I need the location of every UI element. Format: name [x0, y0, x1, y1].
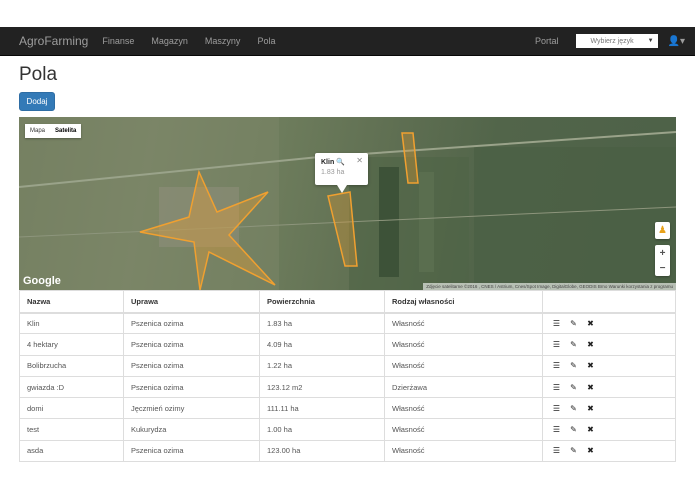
language-select-label: Wybierz język — [590, 37, 634, 45]
list-icon[interactable]: ☰ — [550, 319, 563, 328]
page-title: Pola — [19, 64, 58, 85]
cell-rodzaj: Własność — [384, 311, 543, 334]
cell-nazwa: asda — [19, 439, 124, 462]
cell-actions: ☰ ✎ ✖ — [542, 439, 676, 462]
cell-nazwa: gwiazda :D — [19, 375, 124, 398]
delete-icon[interactable]: ✖ — [584, 319, 597, 328]
nav-finanse[interactable]: Finanse — [102, 36, 134, 46]
list-icon[interactable]: ☰ — [550, 404, 563, 413]
cell-powierzchnia: 123.00 ha — [259, 439, 385, 462]
pegman-icon[interactable]: ♟ — [655, 222, 670, 239]
delete-icon[interactable]: ✖ — [584, 340, 597, 349]
edit-icon[interactable]: ✎ — [567, 425, 580, 434]
nav-maszyny[interactable]: Maszyny — [205, 36, 241, 46]
cell-powierzchnia: 1.22 ha — [259, 354, 385, 377]
cell-uprawa: Kukurydza — [123, 418, 260, 441]
delete-icon[interactable]: ✖ — [584, 404, 597, 413]
cell-rodzaj: Własność — [384, 333, 543, 356]
cell-uprawa: Pszenica ozima — [123, 333, 260, 356]
edit-icon[interactable]: ✎ — [567, 361, 580, 370]
table-row: 4 hektary Pszenica ozima 4.09 ha Własność ☰ ✎… — [19, 333, 676, 356]
cell-nazwa: Klin — [19, 311, 124, 334]
table-row: Bolibrzucha Pszenica ozima 1.22 ha Własność… — [19, 354, 676, 377]
cell-rodzaj: Własność — [384, 354, 543, 377]
cell-actions: ☰ ✎ ✖ — [542, 397, 676, 419]
cell-powierzchnia: 1.00 ha — [259, 418, 385, 441]
map-type-control: Mapa Satelita — [25, 124, 82, 138]
map-attribution[interactable]: Zdjęcie satelitarne ©2016 , CNES / Astri… — [423, 283, 676, 290]
header-rodzaj: Rodzaj własności — [384, 290, 543, 314]
popup-name: Klin — [321, 159, 335, 166]
header-uprawa: Uprawa — [123, 290, 260, 314]
cell-rodzaj: Własność — [384, 397, 543, 419]
edit-icon[interactable]: ✎ — [567, 340, 580, 349]
popup-area: 1.83 ha — [321, 169, 345, 176]
cell-uprawa: Pszenica ozima — [123, 311, 260, 334]
map[interactable]: Mapa Satelita Klin 🔍 1.83 ha ✕ Google Zd… — [19, 117, 676, 290]
edit-icon[interactable]: ✎ — [567, 383, 580, 392]
cell-uprawa: Jęczmień ozimy — [123, 397, 260, 419]
list-icon[interactable]: ☰ — [550, 361, 563, 370]
cell-rodzaj: Własność — [384, 418, 543, 441]
header-powierzchnia: Powierzchnia — [259, 290, 385, 314]
table-row: Klin Pszenica ozima 1.83 ha Własność ☰ ✎ ✖ — [19, 311, 676, 334]
cell-actions: ☰ ✎ ✖ — [542, 375, 676, 398]
close-icon[interactable]: ✕ — [356, 156, 363, 165]
caret-down-icon: ▼ — [647, 38, 654, 44]
cell-actions: ☰ ✎ ✖ — [542, 354, 676, 377]
nav-magazyn[interactable]: Magazyn — [151, 36, 188, 46]
header-actions — [542, 290, 676, 314]
cell-rodzaj: Dzierżawa — [384, 375, 543, 398]
table-row: gwiazda :D Pszenica ozima 123.12 m2 Dzierża… — [19, 375, 676, 398]
cell-actions: ☰ ✎ ✖ — [542, 418, 676, 441]
brand-link[interactable]: AgroFarming — [19, 34, 88, 48]
language-select[interactable]: Wybierz język ▼ — [575, 34, 658, 48]
list-icon[interactable]: ☰ — [550, 425, 563, 434]
cell-actions: ☰ ✎ ✖ — [542, 311, 676, 334]
zoom-in-button[interactable]: + — [660, 246, 666, 261]
delete-icon[interactable]: ✖ — [584, 383, 597, 392]
cell-actions: ☰ ✎ ✖ — [542, 333, 676, 356]
cell-powierzchnia: 1.83 ha — [259, 311, 385, 334]
delete-icon[interactable]: ✖ — [584, 446, 597, 455]
table-row: asda Pszenica ozima 123.00 ha Własność ☰ ✎ ✖ — [19, 439, 676, 462]
cell-rodzaj: Własność — [384, 439, 543, 462]
zoom-to-icon[interactable]: 🔍 — [336, 159, 345, 166]
user-icon[interactable]: 👤▾ — [668, 36, 685, 47]
nav-portal[interactable]: Portal — [535, 36, 559, 46]
table-row: domi Jęczmień ozimy 111.11 ha Własność ☰ ✎ ✖ — [19, 397, 676, 419]
edit-icon[interactable]: ✎ — [567, 446, 580, 455]
fields-table: Nazwa Uprawa Powierzchnia Rodzaj własnoś… — [19, 290, 676, 463]
cell-powierzchnia: 4.09 ha — [259, 333, 385, 356]
add-button[interactable]: Dodaj — [19, 92, 55, 111]
cell-powierzchnia: 123.12 m2 — [259, 375, 385, 398]
map-type-satelita[interactable]: Satelita — [50, 124, 81, 138]
cell-nazwa: 4 hektary — [19, 333, 124, 356]
cell-nazwa: Bolibrzucha — [19, 354, 124, 377]
list-icon[interactable]: ☰ — [550, 340, 563, 349]
zoom-control: + − — [655, 245, 670, 276]
google-logo: Google — [23, 275, 61, 287]
cell-nazwa: domi — [19, 397, 124, 419]
zoom-out-button[interactable]: − — [660, 261, 666, 276]
cell-nazwa: test — [19, 418, 124, 441]
map-info-window: Klin 🔍 1.83 ha ✕ — [315, 153, 368, 193]
edit-icon[interactable]: ✎ — [567, 404, 580, 413]
navbar: AgroFarming Finanse Magazyn Maszyny Pola… — [0, 27, 695, 56]
map-type-mapa[interactable]: Mapa — [25, 124, 50, 138]
list-icon[interactable]: ☰ — [550, 446, 563, 455]
map-imagery — [19, 117, 676, 290]
cell-uprawa: Pszenica ozima — [123, 439, 260, 462]
cell-uprawa: Pszenica ozima — [123, 354, 260, 377]
cell-powierzchnia: 111.11 ha — [259, 397, 385, 419]
nav-pola[interactable]: Pola — [257, 36, 275, 46]
cell-uprawa: Pszenica ozima — [123, 375, 260, 398]
list-icon[interactable]: ☰ — [550, 383, 563, 392]
edit-icon[interactable]: ✎ — [567, 319, 580, 328]
header-nazwa: Nazwa — [19, 290, 124, 314]
delete-icon[interactable]: ✖ — [584, 425, 597, 434]
delete-icon[interactable]: ✖ — [584, 361, 597, 370]
table-row: test Kukurydza 1.00 ha Własność ☰ ✎ ✖ — [19, 418, 676, 441]
